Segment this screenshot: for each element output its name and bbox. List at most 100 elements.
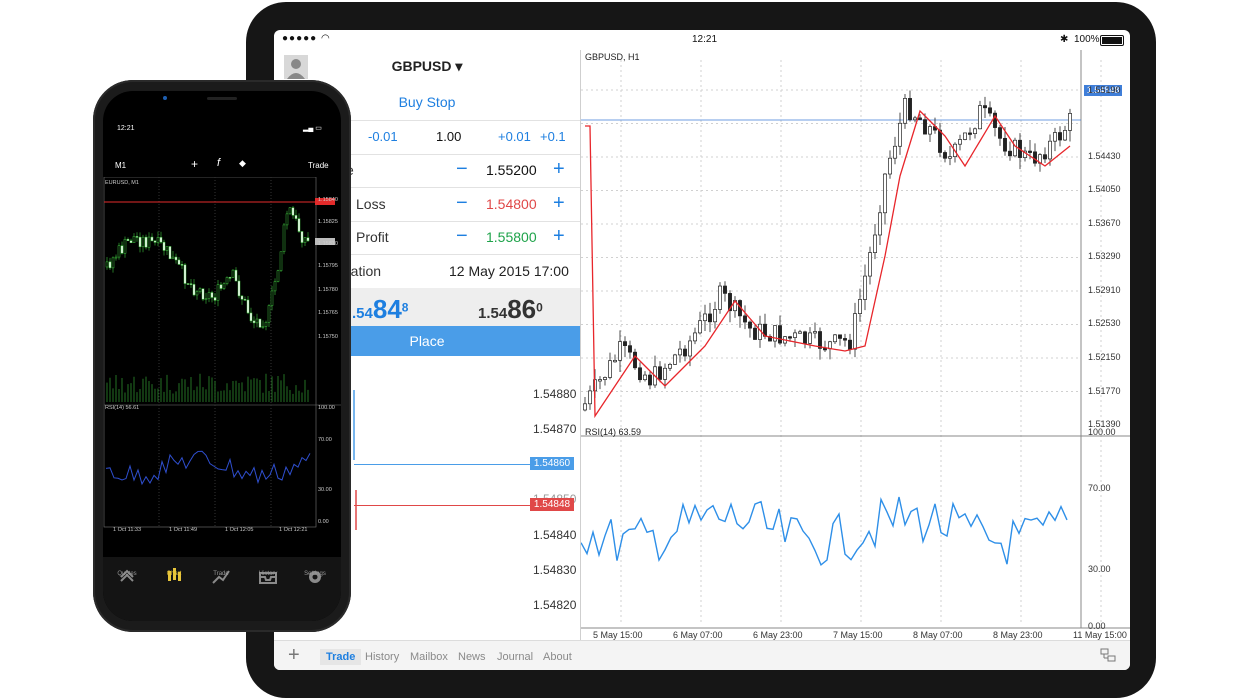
candle [813,331,817,334]
candle [120,245,124,254]
phone-y-label: 1.15795 [318,263,338,269]
phone-y-label: 1.15765 [318,310,338,316]
candle [189,283,193,285]
expiration-value[interactable]: 12 May 2015 17:00 [449,263,569,279]
objects-icon[interactable]: ◆ [239,158,246,169]
candle [255,318,259,324]
x-axis-label: 8 May 07:00 [913,630,963,640]
candle [135,236,139,238]
candle [908,98,912,121]
tab-about[interactable]: About [543,651,572,663]
candle [678,348,682,356]
stop-level-line [354,505,530,506]
bottom-tab-bar [274,640,1130,670]
candle [222,283,226,289]
nav-quotes[interactable] [107,557,147,597]
expiration-label: ration [346,263,382,279]
stop-loss-value[interactable]: 1.54800 [486,196,537,212]
candle [156,237,160,243]
candle [948,156,952,159]
nav-chart-label: Chart [166,571,182,577]
nav-settings[interactable] [295,557,335,597]
phone-x-label: 1 Oct 12:05 [225,527,254,533]
chart-panel[interactable]: GBPUSD, H1 1.54848 RSI(14) 63.59 100.00 … [581,50,1130,650]
price-plus-button[interactable]: + [553,158,565,181]
battery-icon [1100,35,1124,46]
take-profit-minus-button[interactable]: − [456,225,468,248]
nav-chart[interactable] [154,557,194,597]
stop-loss-plus-button[interactable]: + [553,192,565,215]
tab-news[interactable]: News [458,651,486,663]
candle [598,379,602,382]
battery-percent: 100% [1074,34,1100,45]
symbol-selector[interactable]: GBPUSD ▾ [274,58,580,75]
candle [294,215,298,219]
phone-price-chart[interactable] [103,177,341,547]
price-value[interactable]: 1.55200 [486,162,537,178]
candle [144,236,148,248]
candle [138,236,142,248]
candle [1028,150,1032,153]
depth-price: 1.54840 [533,528,577,542]
phone-x-label: 1 Oct 11:49 [169,527,198,533]
tab-history[interactable]: History [365,651,399,663]
phone-screen: 12:21 ▂▄ ▭ M1 + f ◆ Trade EURUSD, M1 RSI… [103,91,341,621]
phone-trade-button[interactable]: Trade [308,161,329,170]
candle [1008,150,1012,157]
candle [1058,132,1062,141]
candle [153,240,157,243]
phone-rsi-label: RSI(14) 56.61 [105,405,140,411]
candle [267,305,271,323]
candle [938,129,942,153]
candle [648,374,652,386]
candle [228,277,232,279]
nav-trade[interactable] [201,557,241,597]
tab-journal[interactable]: Journal [497,651,533,663]
volume-increase-button[interactable]: +0.01 [498,129,531,144]
candle [306,237,310,242]
tab-mailbox[interactable]: Mailbox [410,651,448,663]
price-minus-button[interactable]: − [456,158,468,181]
crosshair-icon[interactable]: + [191,157,198,171]
layout-icon[interactable] [1100,648,1116,662]
y-axis-label: 1.54430 [1088,151,1121,161]
ask-price[interactable]: 1.54860 [478,294,543,325]
candle [147,236,151,248]
phone-status-time: 12:21 [117,125,135,132]
candle [192,284,196,296]
candle [279,251,283,271]
rsi-level: 70.00 [1088,483,1111,493]
candle [261,326,265,328]
volume-decrease-button[interactable]: -0.01 [368,129,398,144]
volume-increase-large-button[interactable]: +0.1 [540,129,566,144]
candle [1068,113,1072,131]
candle [303,237,307,243]
candle [788,336,792,339]
candle [713,309,717,323]
candle [198,288,202,293]
rsi-level: 30.00 [1088,564,1111,574]
phone-y-label: 1.15810 [318,241,338,247]
order-level-line [354,464,530,465]
candle [252,320,256,324]
take-profit-plus-button[interactable]: + [553,225,565,248]
candle [893,145,897,159]
candle [798,331,802,334]
candle [1053,132,1057,142]
price-chart[interactable] [581,50,1130,650]
candle [793,332,797,338]
stop-loss-minus-button[interactable]: − [456,192,468,215]
nav-history[interactable] [248,557,288,597]
candle [888,157,892,175]
y-axis-label: 1.53290 [1088,251,1121,261]
tab-trade[interactable]: Trade [320,649,362,665]
indicators-icon[interactable]: f [217,157,220,169]
timeframe-selector[interactable]: M1 [115,161,126,170]
volume-value[interactable]: 1.00 [436,129,461,144]
candle [873,234,877,253]
take-profit-value[interactable]: 1.55800 [486,229,537,245]
candle [108,261,112,269]
bid-price[interactable]: .54848 [352,294,408,325]
add-icon[interactable]: + [288,644,300,667]
signal-icon: ●●●●● ◠ [282,33,331,44]
